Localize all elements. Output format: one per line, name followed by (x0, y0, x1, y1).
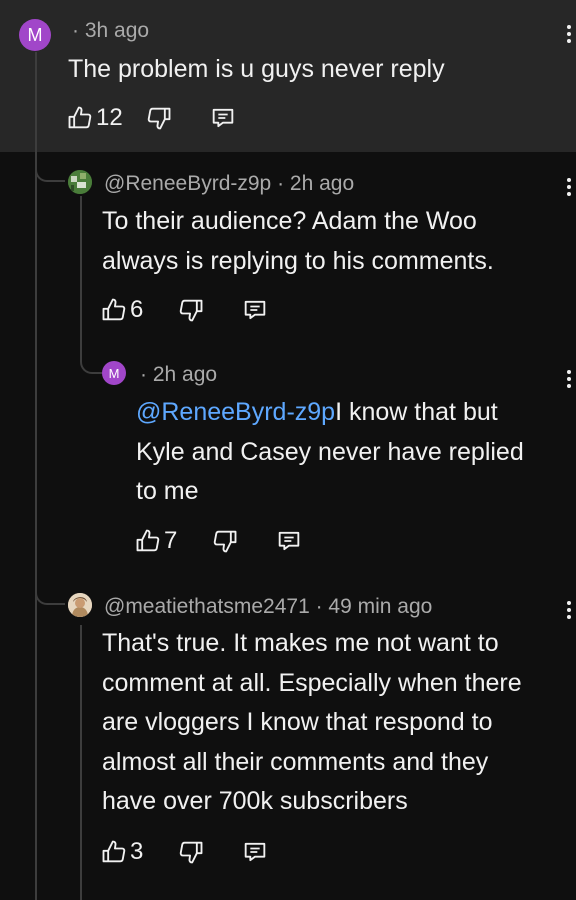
comment-text: To their audience? Adam the Woo always i… (102, 207, 494, 275)
reply-button[interactable] (209, 104, 237, 132)
comment-actions: 3 (100, 838, 269, 866)
comment-actions: 7 (134, 527, 303, 555)
reply-button[interactable] (241, 296, 269, 324)
dislike-button[interactable] (177, 838, 205, 866)
thumbs-down-icon (180, 841, 203, 864)
reply-button[interactable] (275, 527, 303, 555)
avatar[interactable]: M (102, 361, 126, 385)
comment-text: That's true. It makes me not want to com… (102, 629, 522, 815)
thumbs-up-icon (136, 529, 160, 552)
thumbs-down-icon (214, 530, 237, 553)
like-count: 6 (130, 296, 144, 323)
avatar-letter: M (27, 24, 43, 45)
comment-meta: @meatiethatsme2471 · 49 min ago (104, 595, 433, 618)
dislike-button[interactable] (145, 104, 173, 132)
comment-text: The problem is u guys never reply (68, 55, 445, 83)
thread-connector (35, 575, 65, 605)
thumbs-up-icon (68, 106, 92, 129)
reply-comment-icon (245, 300, 266, 320)
thread-connector (35, 152, 65, 182)
more-vertical-icon[interactable] (567, 178, 573, 199)
comment-meta: · 2h ago (140, 363, 218, 386)
more-vertical-icon[interactable] (567, 25, 573, 46)
like-button[interactable]: 7 (134, 527, 177, 555)
thread-connector (80, 348, 102, 374)
more-vertical-icon[interactable] (567, 370, 573, 391)
like-count: 3 (130, 838, 144, 865)
reply-button[interactable] (241, 838, 269, 866)
thumbs-down-icon (147, 107, 171, 130)
thread-line-nested (80, 625, 82, 900)
like-count: 12 (96, 104, 123, 131)
thumbs-down-icon (180, 299, 203, 322)
comment-text: @ReneeByrd-z9pI know that but Kyle and C… (136, 398, 524, 505)
like-button[interactable]: 3 (100, 838, 143, 866)
user-mention-link[interactable]: @ReneeByrd-z9p (136, 398, 335, 426)
thumbs-up-icon (102, 298, 126, 321)
photo-avatar[interactable] (68, 593, 92, 617)
dislike-button[interactable] (211, 527, 239, 555)
comment-actions: 12 (66, 104, 237, 132)
like-button[interactable]: 6 (100, 296, 143, 324)
avatar-letter: M (108, 365, 120, 381)
thread-line-nested (80, 196, 82, 361)
comment-actions: 6 (100, 296, 269, 324)
like-count: 7 (164, 527, 178, 554)
photo-avatar-icon (68, 593, 92, 617)
comment-meta: · 3h ago (72, 19, 150, 42)
pixel-art-icon (68, 170, 92, 194)
comment-meta: @ReneeByrd-z9p · 2h ago (104, 172, 355, 195)
reply-comment-icon (212, 108, 233, 128)
reply-comment-icon (245, 842, 266, 862)
avatar[interactable]: M (19, 19, 51, 51)
thumbs-up-icon (102, 840, 126, 863)
more-vertical-icon[interactable] (567, 601, 573, 622)
pixel-art-avatar[interactable] (68, 170, 92, 194)
reply-comment-icon (279, 531, 300, 551)
dislike-button[interactable] (177, 296, 205, 324)
like-button[interactable]: 12 (66, 104, 123, 132)
thread-line-main (35, 52, 37, 900)
